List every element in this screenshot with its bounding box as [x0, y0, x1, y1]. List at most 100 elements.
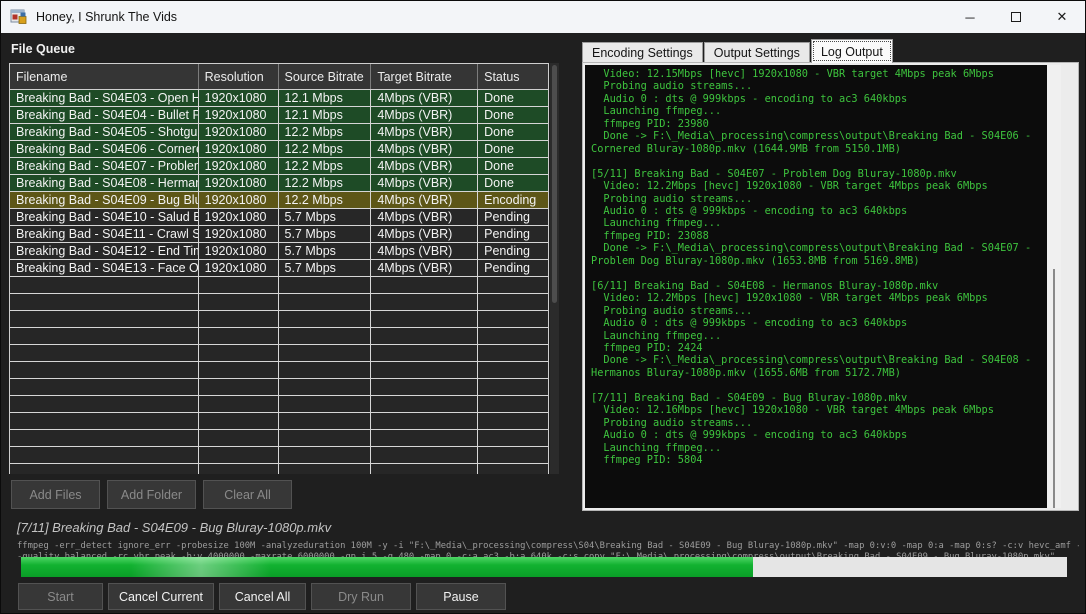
cell-target-bitrate: 4Mbps (VBR) — [371, 226, 478, 242]
column-header-resolution[interactable]: Resolution — [199, 64, 279, 89]
cell-status: Pending — [478, 209, 548, 225]
queue-scrollbar[interactable] — [550, 63, 559, 474]
minimize-icon: ─ — [965, 10, 974, 25]
clear-all-button[interactable]: Clear All — [203, 480, 292, 509]
maximize-button[interactable] — [993, 1, 1039, 33]
tab-log-output[interactable]: Log Output — [811, 39, 893, 63]
cell-target-bitrate: 4Mbps (VBR) — [371, 141, 478, 157]
encode-progress-bar — [21, 557, 1067, 577]
cell-status: Pending — [478, 260, 548, 276]
cell-target-bitrate: 4Mbps (VBR) — [371, 260, 478, 276]
cell-target-bitrate: 4Mbps (VBR) — [371, 243, 478, 259]
table-row-empty — [10, 396, 548, 413]
table-row-empty — [10, 328, 548, 345]
cell-filename: Breaking Bad - S04E11 - Crawl Spac... — [10, 226, 199, 242]
cell-status: Done — [478, 90, 548, 106]
table-row[interactable]: Breaking Bad - S04E06 - Cornered... 1920… — [10, 141, 548, 158]
queue-scrollbar-thumb[interactable] — [552, 65, 557, 303]
column-header-target-bitrate[interactable]: Target Bitrate — [371, 64, 478, 89]
cell-resolution: 1920x1080 — [199, 141, 279, 157]
table-row-empty — [10, 277, 548, 294]
table-row[interactable]: Breaking Bad - S04E05 - Shotgun Bl... 19… — [10, 124, 548, 141]
table-row-encoding[interactable]: Breaking Bad - S04E09 - Bug Bluray... 19… — [10, 192, 548, 209]
app-window: Honey, I Shrunk The Vids ─ ✕ File Queue … — [0, 0, 1086, 614]
cell-filename: Breaking Bad - S04E09 - Bug Bluray... — [10, 192, 199, 208]
table-row-empty — [10, 362, 548, 379]
cell-resolution: 1920x1080 — [199, 243, 279, 259]
column-header-status[interactable]: Status — [478, 64, 548, 89]
cancel-current-button[interactable]: Cancel Current — [108, 583, 214, 610]
table-row-empty — [10, 413, 548, 430]
cell-source-bitrate: 5.7 Mbps — [279, 243, 372, 259]
log-text: Video: 12.15Mbps [hevc] 1920x1080 - VBR … — [585, 65, 1047, 467]
cell-resolution: 1920x1080 — [199, 124, 279, 140]
column-header-source-bitrate[interactable]: Source Bitrate — [279, 64, 372, 89]
close-button[interactable]: ✕ — [1039, 1, 1085, 33]
start-button[interactable]: Start — [18, 583, 103, 610]
pause-button[interactable]: Pause — [416, 583, 506, 610]
column-header-filename[interactable]: Filename — [10, 64, 199, 89]
cell-filename: Breaking Bad - S04E03 - Open Hou... — [10, 90, 199, 106]
add-folder-button[interactable]: Add Folder — [107, 480, 196, 509]
cell-status: Done — [478, 175, 548, 191]
cell-source-bitrate: 12.2 Mbps — [279, 158, 372, 174]
log-scrollbar-thumb[interactable] — [1053, 269, 1055, 508]
table-row[interactable]: Breaking Bad - S04E10 - Salud Blur... 19… — [10, 209, 548, 226]
table-row-empty — [10, 379, 548, 396]
cell-source-bitrate: 5.7 Mbps — [279, 226, 372, 242]
table-row[interactable]: Breaking Bad - S04E08 - Hermanos... 1920… — [10, 175, 548, 192]
cell-source-bitrate: 12.1 Mbps — [279, 90, 372, 106]
close-icon: ✕ — [1057, 9, 1068, 25]
cell-target-bitrate: 4Mbps (VBR) — [371, 90, 478, 106]
cell-filename: Breaking Bad - S04E04 - Bullet Poin... — [10, 107, 199, 123]
cell-filename: Breaking Bad - S04E13 - Face Off Bl... — [10, 260, 199, 276]
cell-resolution: 1920x1080 — [199, 209, 279, 225]
cell-target-bitrate: 4Mbps (VBR) — [371, 192, 478, 208]
cell-status: Done — [478, 141, 548, 157]
cell-filename: Breaking Bad - S04E12 - End Times... — [10, 243, 199, 259]
log-scrollbar[interactable] — [1047, 65, 1061, 508]
cancel-all-button[interactable]: Cancel All — [219, 583, 306, 610]
titlebar: Honey, I Shrunk The Vids ─ ✕ — [1, 1, 1085, 33]
cell-resolution: 1920x1080 — [199, 226, 279, 242]
table-row-empty — [10, 447, 548, 464]
cell-source-bitrate: 5.7 Mbps — [279, 260, 372, 276]
table-row[interactable]: Breaking Bad - S04E12 - End Times... 192… — [10, 243, 548, 260]
table-row[interactable]: Breaking Bad - S04E03 - Open Hou... 1920… — [10, 90, 548, 107]
cell-source-bitrate: 12.2 Mbps — [279, 192, 372, 208]
cell-source-bitrate: 12.2 Mbps — [279, 124, 372, 140]
cell-source-bitrate: 12.2 Mbps — [279, 141, 372, 157]
cell-target-bitrate: 4Mbps (VBR) — [371, 209, 478, 225]
file-queue-table: Filename Resolution Source Bitrate Targe… — [9, 63, 549, 474]
maximize-icon — [1011, 12, 1021, 22]
progress-shine — [131, 557, 271, 577]
cell-resolution: 1920x1080 — [199, 175, 279, 191]
cell-filename: Breaking Bad - S04E05 - Shotgun Bl... — [10, 124, 199, 140]
current-item-status: [7/11] Breaking Bad - S04E09 - Bug Blura… — [17, 520, 331, 535]
tab-encoding-settings[interactable]: Encoding Settings — [582, 42, 703, 63]
cell-status: Pending — [478, 226, 548, 242]
table-header-row: Filename Resolution Source Bitrate Targe… — [10, 64, 548, 90]
cell-target-bitrate: 4Mbps (VBR) — [371, 107, 478, 123]
log-output-box[interactable]: Video: 12.15Mbps [hevc] 1920x1080 - VBR … — [585, 65, 1047, 508]
cell-target-bitrate: 4Mbps (VBR) — [371, 124, 478, 140]
file-queue-label: File Queue — [11, 42, 75, 56]
cell-target-bitrate: 4Mbps (VBR) — [371, 158, 478, 174]
table-row[interactable]: Breaking Bad - S04E11 - Crawl Spac... 19… — [10, 226, 548, 243]
dry-run-button[interactable]: Dry Run — [311, 583, 411, 610]
tab-output-settings[interactable]: Output Settings — [704, 42, 810, 63]
add-files-button[interactable]: Add Files — [11, 480, 100, 509]
cell-status: Encoding — [478, 192, 548, 208]
table-row-empty — [10, 294, 548, 311]
table-row[interactable]: Breaking Bad - S04E04 - Bullet Poin... 1… — [10, 107, 548, 124]
settings-tabs: Encoding Settings Output Settings Log Ou… — [582, 41, 894, 63]
minimize-button[interactable]: ─ — [947, 1, 993, 33]
cell-resolution: 1920x1080 — [199, 107, 279, 123]
cell-status: Done — [478, 124, 548, 140]
cell-target-bitrate: 4Mbps (VBR) — [371, 175, 478, 191]
transport-buttons: Start Cancel Current Cancel All Dry Run … — [18, 583, 511, 610]
table-row[interactable]: Breaking Bad - S04E07 - Problem D... 192… — [10, 158, 548, 175]
encode-progress-fill — [21, 557, 753, 577]
table-row[interactable]: Breaking Bad - S04E13 - Face Off Bl... 1… — [10, 260, 548, 277]
cell-source-bitrate: 5.7 Mbps — [279, 209, 372, 225]
